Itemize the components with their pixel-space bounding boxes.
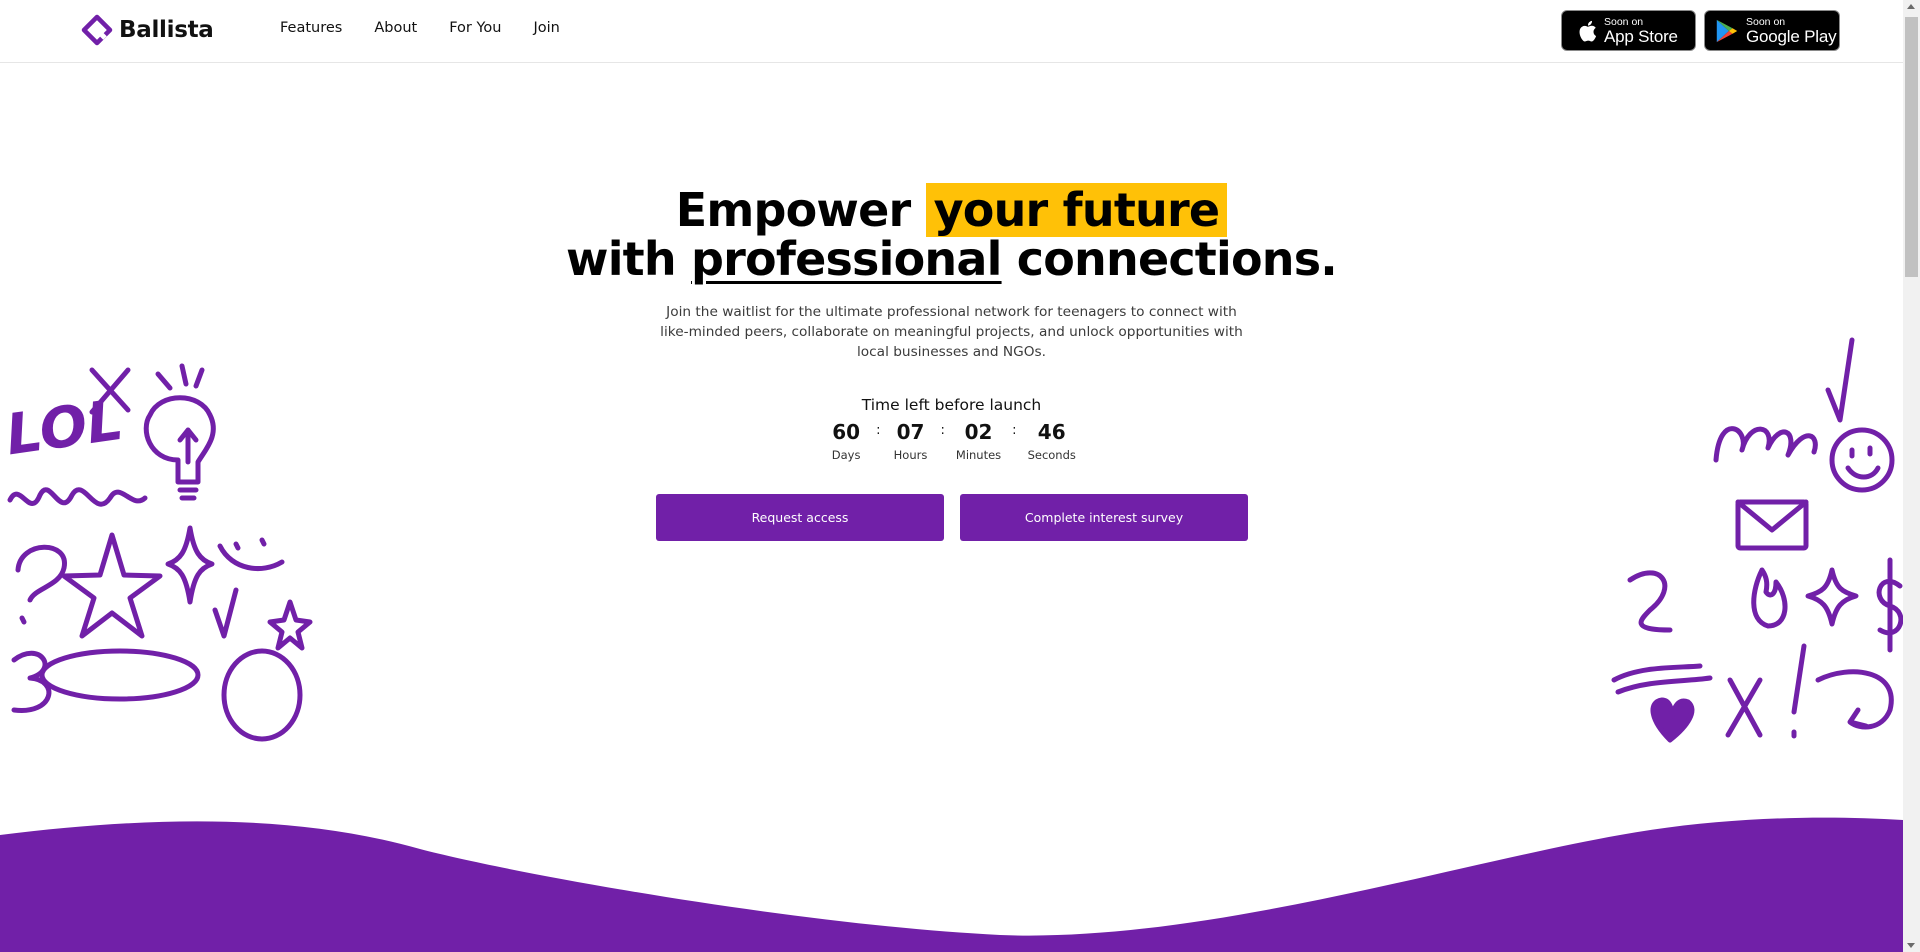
- countdown-label: Days: [831, 448, 861, 462]
- google-play-icon: [1716, 19, 1738, 42]
- countdown-days: 60 Days: [827, 420, 865, 462]
- countdown-value: 07: [896, 420, 925, 444]
- wave-doodle-icon: [1713, 426, 1818, 463]
- underline-doodle-icon: [1611, 663, 1713, 695]
- top-navbar: Ballista Features About For You Join Soo…: [0, 0, 1903, 63]
- rays-doodle-icon: [155, 363, 205, 391]
- countdown-seconds: 46 Seconds: [1028, 420, 1076, 462]
- hero-subtext: Join the waitlist for the ultimate profe…: [660, 304, 1243, 360]
- hero-headline: Empower your future with professional co…: [0, 183, 1903, 286]
- brand-name: Ballista: [119, 17, 214, 43]
- brand-logo[interactable]: Ballista: [81, 14, 214, 46]
- nav-link-features[interactable]: Features: [280, 20, 342, 36]
- lightbulb-icon: [143, 395, 216, 501]
- app-store-small-text: Soon on: [1604, 15, 1644, 28]
- circle-doodle-icon: [221, 648, 303, 742]
- countdown-separator: :: [940, 423, 945, 438]
- zero-doodle-icon: [39, 648, 201, 702]
- nav-link-about[interactable]: About: [374, 20, 417, 36]
- countdown-value: 46: [1037, 420, 1066, 444]
- arrow-doodle-icon: [1815, 669, 1894, 730]
- countdown-hours: 07 Hours: [892, 420, 930, 462]
- google-play-small-text: Soon on: [1746, 15, 1786, 28]
- headline-highlight: your future: [925, 183, 1228, 237]
- countdown-separator: :: [876, 423, 881, 438]
- headline-part: with: [566, 232, 692, 286]
- countdown-minutes: 02 Minutes: [956, 420, 1001, 462]
- countdown-value: 02: [964, 420, 993, 444]
- headline-part: Empower: [675, 183, 926, 237]
- check-doodle-icon: [212, 587, 239, 639]
- dollar-doodle-icon: [1876, 557, 1903, 653]
- smiley-doodle-icon: [1829, 427, 1895, 493]
- interest-survey-button[interactable]: Complete interest survey: [960, 494, 1248, 541]
- two-doodle-icon: [1627, 570, 1673, 633]
- nav-link-join[interactable]: Join: [534, 20, 560, 36]
- countdown-separator: :: [1012, 423, 1017, 438]
- main-nav: Features About For You Join: [280, 20, 560, 36]
- smiley-face-icon: [1845, 445, 1881, 480]
- flame-doodle-icon: [1751, 567, 1788, 629]
- apple-icon: [1579, 20, 1597, 41]
- scroll-down-arrow-icon[interactable]: [1907, 943, 1915, 948]
- scroll-thumb[interactable]: [1905, 17, 1918, 277]
- request-access-button[interactable]: Request access: [656, 494, 944, 541]
- app-store-big-text: App Store: [1604, 27, 1678, 47]
- question-mark-doodle-icon: [15, 544, 67, 625]
- doodles-left-illustration: LOL: [2, 363, 313, 742]
- check-doodle-icon: [1825, 337, 1855, 423]
- doodles-right-illustration: [1611, 337, 1903, 743]
- small-star-doodle-icon: [267, 599, 313, 651]
- google-play-button[interactable]: Soon on Google Play: [1704, 10, 1840, 51]
- purple-wave-section: [0, 817, 1903, 952]
- star-doodle-icon: [61, 532, 163, 639]
- heart-doodle-icon: [1650, 697, 1695, 743]
- page: Ballista Features About For You Join Soo…: [0, 0, 1903, 952]
- google-play-big-text: Google Play: [1746, 27, 1837, 47]
- countdown-value: 60: [832, 420, 861, 444]
- envelope-flap-icon: [1735, 499, 1809, 533]
- headline-underlined: professional: [691, 232, 1002, 286]
- sparkle-doodle-icon: [165, 525, 215, 605]
- vertical-scrollbar[interactable]: [1903, 0, 1920, 952]
- countdown-label: Seconds: [1027, 448, 1076, 462]
- ballista-logo-icon: [81, 14, 113, 46]
- headline-part: connections.: [1001, 232, 1338, 286]
- sparkle-doodle-icon: [1805, 567, 1859, 627]
- smile-doodle-icon: [217, 537, 285, 572]
- nav-link-for-you[interactable]: For You: [449, 20, 501, 36]
- squiggle-doodle-icon: [7, 487, 148, 507]
- countdown-label: Minutes: [955, 448, 1002, 462]
- exclamation-doodle-icon: [1791, 643, 1807, 739]
- scroll-up-arrow-icon[interactable]: [1907, 4, 1915, 9]
- x-doodle-icon: [1725, 677, 1763, 738]
- lol-doodle-text: LOL: [2, 388, 127, 469]
- app-store-button[interactable]: Soon on App Store: [1561, 10, 1696, 51]
- countdown-label: Hours: [893, 448, 928, 462]
